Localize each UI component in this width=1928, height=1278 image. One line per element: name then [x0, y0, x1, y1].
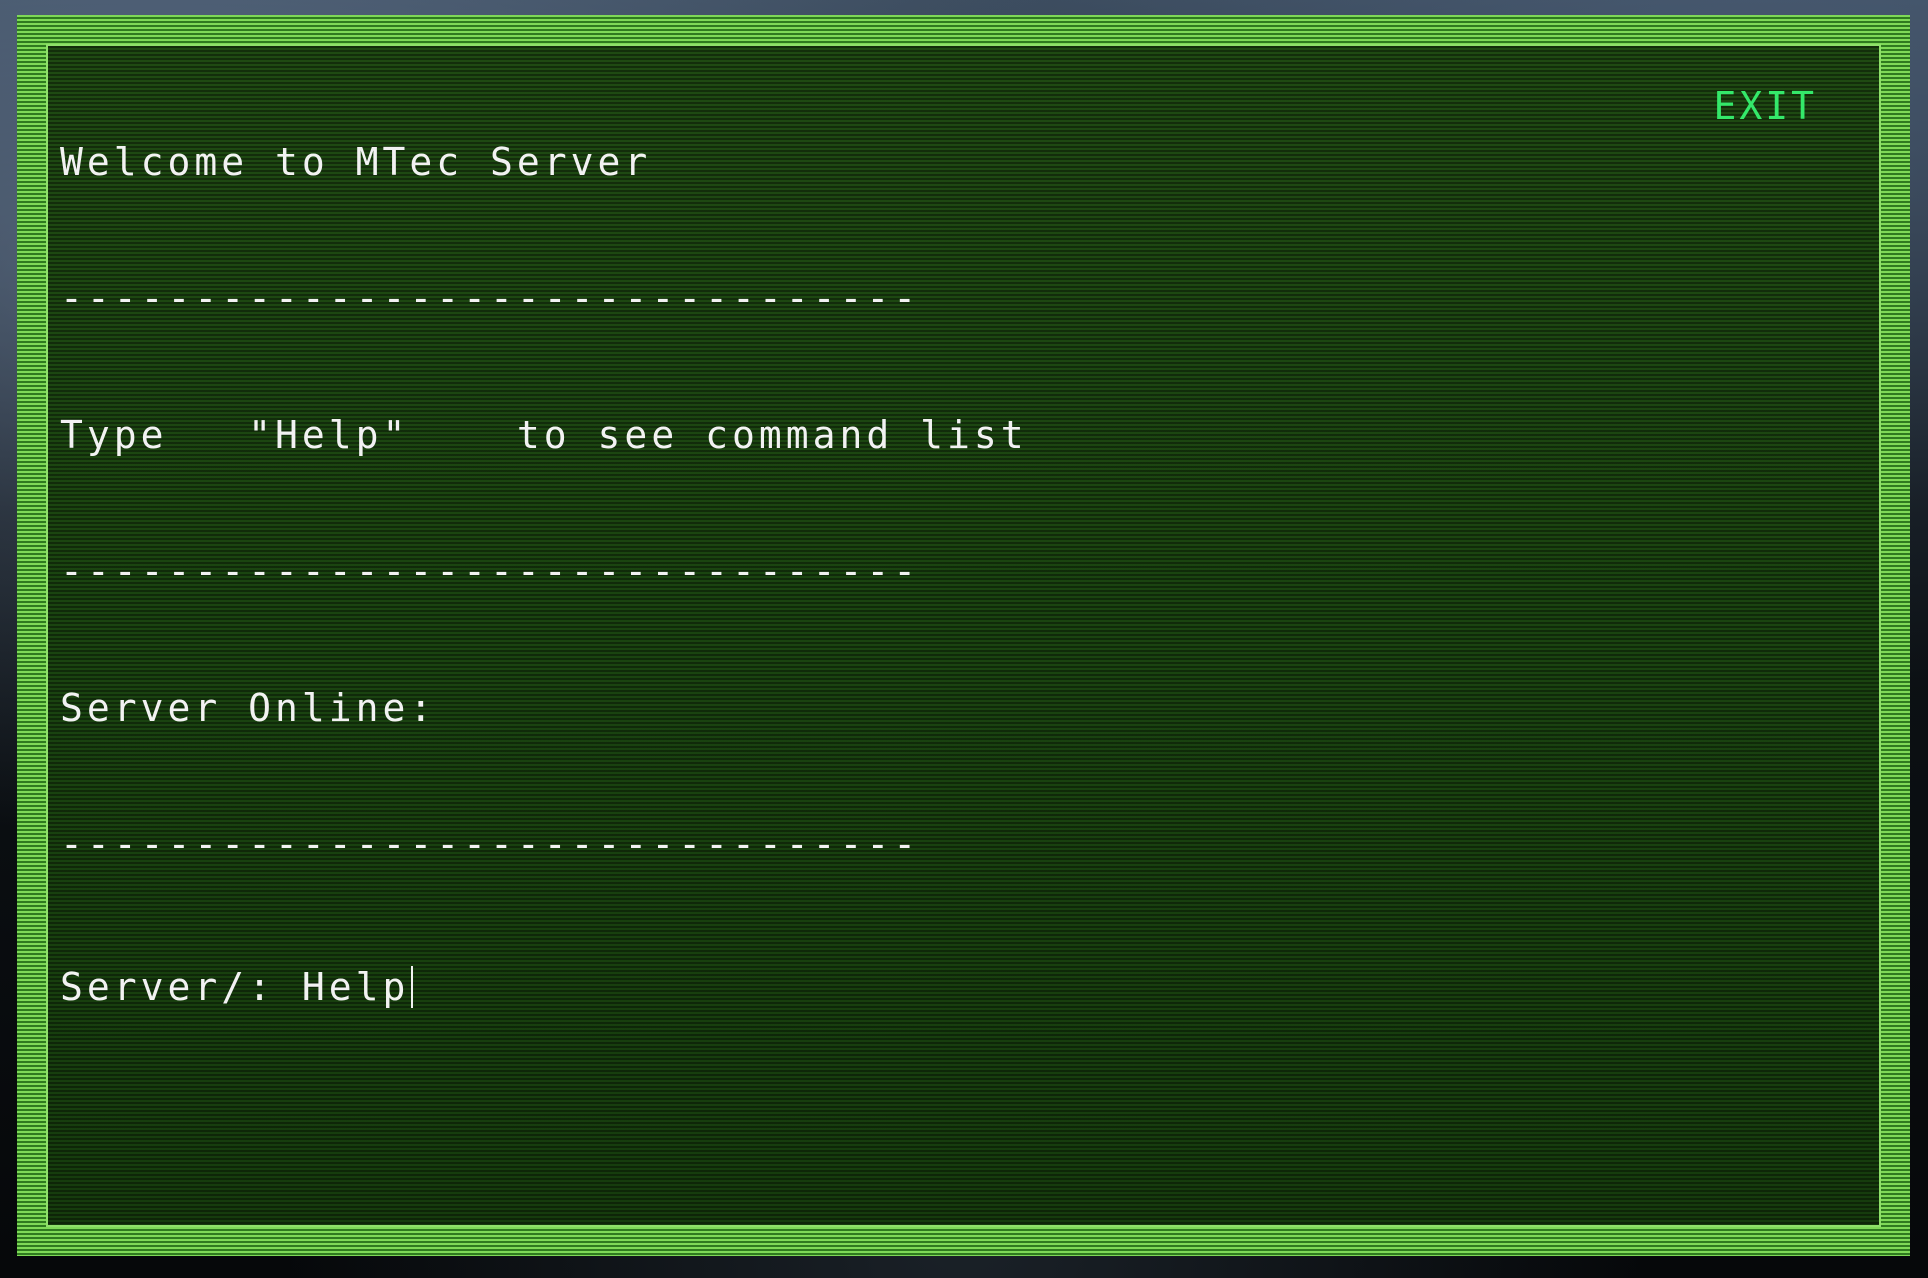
terminal-output: Welcome to MTec Server -----------------… — [60, 50, 1460, 1103]
command-input[interactable]: Help — [302, 965, 410, 1009]
status-line: Server Online: — [60, 686, 437, 730]
help-hint-line: Type "Help" to see command list — [60, 413, 1028, 457]
separator-line: -------------------------------- — [60, 549, 921, 593]
text-cursor — [411, 965, 414, 1008]
exit-button[interactable]: EXIT — [1713, 84, 1817, 128]
prompt-label: Server/: — [60, 965, 302, 1009]
terminal-screen: Welcome to MTec Server -----------------… — [46, 44, 1881, 1227]
separator-line: -------------------------------- — [60, 276, 921, 320]
separator-line: -------------------------------- — [60, 822, 921, 866]
welcome-line: Welcome to MTec Server — [60, 140, 652, 184]
command-input-line[interactable]: Server/: Help — [60, 959, 1460, 1015]
terminal-frame: Welcome to MTec Server -----------------… — [17, 15, 1910, 1256]
